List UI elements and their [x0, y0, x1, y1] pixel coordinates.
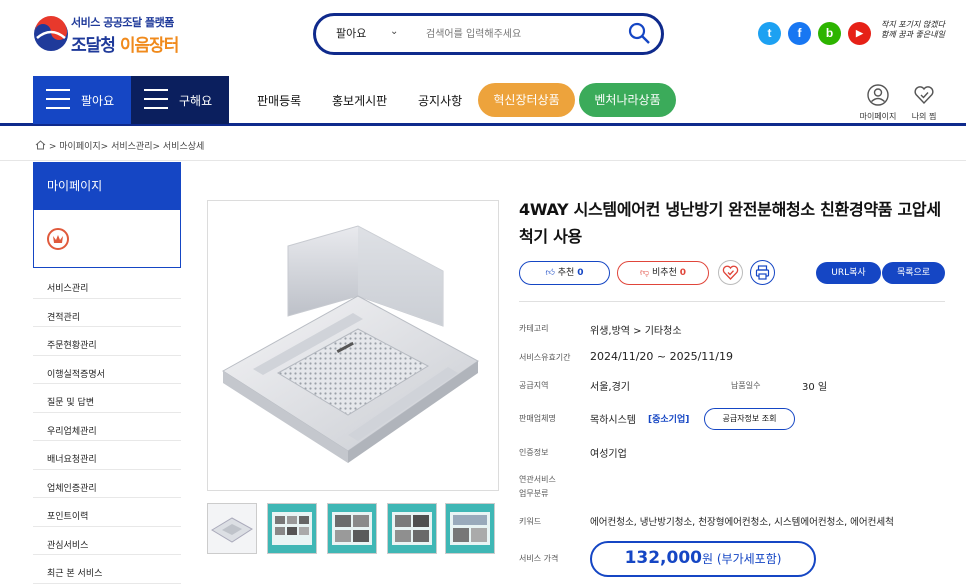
sidebar-item-service-manage[interactable]: 서비스관리: [33, 270, 181, 299]
divider: [0, 160, 966, 161]
breadcrumb: > 마이페이지> 서비스관리> 서비스상세: [35, 139, 204, 152]
site-header: 서비스 공공조달 플랫폼 조달청 이음장터 팔아요 ⌄ t f b ▶ 작지 포…: [0, 0, 966, 76]
main-navigation: 팔아요 구해요 판매등록 홍보게시판 공지사항 혁신장터상품 벤처나라상품 마이…: [0, 76, 966, 126]
chevron-down-icon[interactable]: ⌄: [390, 26, 398, 37]
youtube-icon[interactable]: ▶: [848, 22, 871, 45]
mypage-label: 마이페이지: [859, 112, 897, 121]
seller-name: 목하시스템: [590, 415, 636, 426]
sidebar-profile: [33, 210, 181, 268]
price-unit: 원 (부가세포함): [702, 552, 782, 566]
search-category-select[interactable]: 팔아요: [336, 25, 366, 41]
print-button[interactable]: [750, 260, 775, 285]
hamburger-icon: [144, 89, 168, 109]
url-copy-button[interactable]: URL복사: [816, 262, 881, 284]
nav-link-sale-register[interactable]: 판매등록: [257, 92, 301, 109]
back-to-list-button[interactable]: 목록으로: [882, 262, 945, 284]
blog-icon[interactable]: b: [818, 22, 841, 45]
seller-label: 판매업체명: [519, 414, 556, 423]
sidebar-item-company-cert[interactable]: 업체인증관리: [33, 470, 181, 498]
product-main-image: [207, 200, 499, 491]
nav-link-promo-board[interactable]: 홍보게시판: [332, 92, 387, 109]
supplier-info-button[interactable]: 공급자정보 조회: [704, 408, 795, 430]
home-icon[interactable]: [35, 140, 46, 150]
sme-badge: [중소기업]: [648, 415, 690, 425]
thumbs-up-icon: 👍︎: [545, 268, 555, 278]
heart-check-icon: [722, 265, 739, 280]
logo-title: 조달청 이음장터: [71, 36, 179, 56]
thumbnail-3[interactable]: [327, 503, 377, 554]
price-amount: 132,000: [624, 548, 702, 568]
sidebar-item-recent[interactable]: 최근 본 서비스: [33, 555, 181, 584]
price-label: 서비스 가격: [519, 554, 559, 563]
sidebar-item-favorites[interactable]: 관심서비스: [33, 527, 181, 555]
nav-sell-label: 팔아요: [81, 94, 115, 108]
sidebar-item-company-manage[interactable]: 우리업체관리: [33, 413, 181, 441]
related-service-label: 연관서비스: [519, 475, 556, 484]
keywords-value: 에어컨청소, 냉난방기청소, 천장형에어컨청소, 시스템에어컨청소, 에어컨세척: [590, 517, 894, 528]
innovation-market-button[interactable]: 혁신장터상품: [478, 83, 575, 117]
breadcrumb-path[interactable]: > 마이페이지> 서비스관리> 서비스상세: [49, 142, 204, 152]
work-category-label: 업무분류: [519, 489, 549, 498]
search-bar: 팔아요 ⌄: [313, 13, 664, 55]
pick-button[interactable]: [718, 260, 743, 285]
certification-label: 인증정보: [519, 448, 549, 457]
slogan-calligraphy: 작지 포기지 않겠다 함께 꿈과 좋은내일: [881, 20, 945, 39]
thumbs-down-icon: 👎︎: [640, 268, 650, 278]
hamburger-icon: [46, 89, 70, 109]
service-period-value: 2024/11/20 ~ 2025/11/19: [590, 350, 734, 363]
printer-icon: [755, 265, 770, 280]
thumbnail-2[interactable]: [267, 503, 317, 554]
sidebar-item-qna[interactable]: 질문 및 답변: [33, 384, 181, 413]
nav-buy-menu-button[interactable]: 구해요: [131, 76, 229, 124]
venture-market-button[interactable]: 벤처나라상품: [579, 83, 676, 117]
delivery-days-label: 납품일수: [731, 381, 761, 390]
nav-sell-menu-button[interactable]: 팔아요: [33, 76, 131, 124]
sidebar-title: 마이페이지: [33, 162, 181, 210]
like-count: 0: [577, 268, 584, 278]
service-period-label: 서비스유효기간: [519, 353, 571, 362]
nav-link-notice[interactable]: 공지사항: [418, 92, 462, 109]
supply-region-label: 공급지역: [519, 381, 549, 390]
supply-region-value: 서울,경기: [590, 382, 630, 393]
heart-icon: [914, 86, 934, 105]
nav-buy-label: 구해요: [179, 94, 213, 108]
category-value: 위생,방역 > 기타청소: [590, 326, 682, 337]
category-label: 카테고리: [519, 324, 549, 333]
company-badge-icon: [47, 228, 69, 250]
delivery-days-value: 30 일: [802, 382, 828, 393]
sidebar-item-banner-request[interactable]: 배너요청관리: [33, 441, 181, 470]
sidebar-menu: 서비스관리 견적관리 주문현황관리 이행실적증명서 질문 및 답변 우리업체관리…: [33, 270, 181, 584]
product-title: 4WAY 시스템에어컨 냉난방기 완전분해청소 친환경약품 고압세척기 사용: [519, 200, 941, 246]
sidebar-item-performance-cert[interactable]: 이행실적증명서: [33, 356, 181, 384]
price-display: 132,000원 (부가세포함): [590, 541, 816, 577]
sidebar-item-quote-manage[interactable]: 견적관리: [33, 299, 181, 327]
like-label: 추천: [557, 268, 575, 278]
sidebar-item-order-status[interactable]: 주문현황관리: [33, 327, 181, 356]
thumbnail-4[interactable]: [387, 503, 437, 554]
logo-subtitle: 서비스 공공조달 플랫폼: [71, 16, 174, 29]
thumbnail-5[interactable]: [445, 503, 495, 554]
dislike-button[interactable]: 👎︎ 비추천 0: [617, 261, 709, 285]
search-icon[interactable]: [627, 21, 651, 47]
certification-value: 여성기업: [590, 449, 627, 460]
search-input[interactable]: [426, 23, 616, 45]
thumbnail-1[interactable]: [207, 503, 257, 554]
my-pick-link[interactable]: 나의 찜: [900, 84, 948, 122]
site-logo[interactable]: 서비스 공공조달 플랫폼 조달청 이음장터: [33, 14, 203, 58]
user-icon: [867, 84, 889, 106]
sidebar: 마이페이지 서비스관리 견적관리 주문현황관리 이행실적증명서 질문 및 답변 …: [33, 162, 181, 584]
facebook-icon[interactable]: f: [788, 22, 811, 45]
mypage-link[interactable]: 마이페이지: [854, 84, 902, 122]
my-pick-label: 나의 찜: [911, 112, 937, 121]
dislike-count: 0: [679, 268, 686, 278]
dislike-label: 비추천: [652, 268, 677, 278]
ceiling-air-conditioner-image: [222, 225, 479, 463]
twitter-icon[interactable]: t: [758, 22, 781, 45]
like-button[interactable]: 👍︎ 추천 0: [519, 261, 610, 285]
sidebar-item-point-history[interactable]: 포인트이력: [33, 498, 181, 527]
keyword-label: 키워드: [519, 517, 542, 526]
logo-emblem-icon: [34, 16, 68, 51]
divider: [519, 301, 945, 302]
